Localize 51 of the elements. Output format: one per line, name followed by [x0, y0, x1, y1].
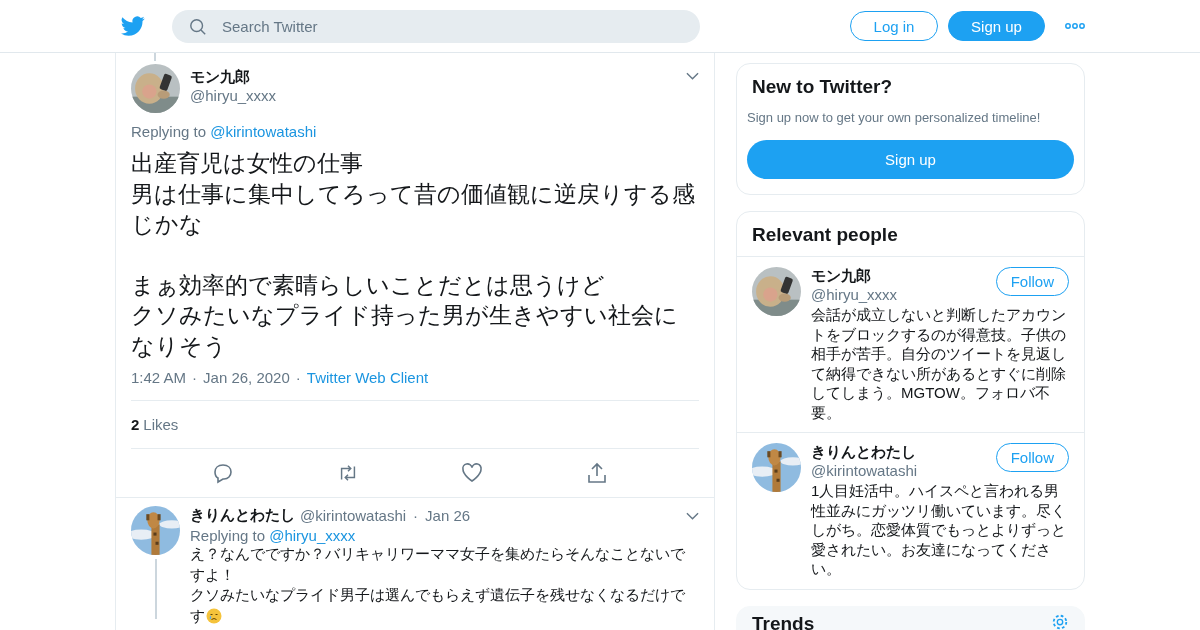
tweet-text-line: 男は仕事に集中してろって昔の価値観に逆戻りする感じかな	[131, 179, 696, 239]
reply-text-line: す	[190, 605, 205, 626]
bird-logo-icon[interactable]	[120, 14, 146, 38]
follow-button[interactable]: Follow	[995, 443, 1069, 472]
tweet-text-line: クソみたいなプライド持った男が生きやすい社会になりそう	[131, 301, 679, 361]
signup-subtitle: Sign up now to get your own personalized timeline!	[747, 110, 1042, 125]
more-icon[interactable]	[1065, 23, 1085, 29]
chevron-down-icon[interactable]	[686, 72, 699, 80]
tweet-text-line: まぁ効率的で素晴らしいことだとは思うけど	[131, 270, 606, 300]
share-icon[interactable]	[585, 462, 608, 484]
search-icon	[189, 17, 207, 36]
likes-count: 2	[131, 416, 140, 433]
tweet-time: 1:42 AM	[131, 369, 187, 386]
user-bio: 会話が成立しないと判断したアカウントをブロックするのが得意技。子供の相手が苦手。自分のツイートを見返して納得できない所があるとすぐに削除してしまう。MGTOW。フォロバ不要。	[811, 305, 1067, 422]
user-name[interactable]: モン九郎	[190, 68, 676, 87]
user-name[interactable]: モン九郎	[811, 267, 996, 286]
mention-link[interactable]: @kirintowatashi	[210, 123, 317, 140]
reply-text-line: え？なんでですか？バリキャリワーママ女子を集めたらそんなことないで	[190, 544, 685, 564]
card-title: New to Twitter?	[751, 76, 894, 98]
chevron-down-icon[interactable]	[686, 511, 699, 520]
mention-link[interactable]: @hiryu_xxxx	[269, 527, 356, 544]
tweet-text-line: 出産育児は女性の仕事	[131, 149, 364, 178]
replying-to-text: Replying to @kirintowatashi	[131, 123, 318, 140]
sign-up-button[interactable]: Sign up	[747, 140, 1074, 179]
log-in-button[interactable]: Log in	[850, 11, 938, 41]
user-handle[interactable]: @kirintowatashi	[811, 462, 996, 479]
crying-face-icon	[206, 607, 222, 624]
user-handle[interactable]: @kirintowatashi	[300, 507, 407, 524]
sign-up-button[interactable]: Sign up	[948, 11, 1045, 41]
card-title: Relevant people	[737, 212, 1084, 257]
user-name[interactable]: きりんとわたし	[190, 506, 295, 525]
reply-text-line: すよ！	[190, 564, 235, 585]
user-bio: 1人目妊活中。ハイスペと言われる男性並みにガッツリ働いています。尽くしがち。恋愛体質でもっとよりずっと愛されたい。お友達になってください。	[811, 481, 1067, 579]
heart-icon[interactable]	[461, 462, 484, 484]
follow-button[interactable]: Follow	[995, 267, 1069, 296]
search-field[interactable]: Search Twitter	[172, 9, 700, 43]
separator-dot: ·	[295, 369, 301, 386]
reply-text-line: クソみたいなプライド男子は選んでもらえず遺伝子を残せなくなるだけで	[190, 585, 685, 605]
replying-to-text: Replying to @hiryu_xxxx	[190, 527, 357, 544]
reply-icon[interactable]	[212, 462, 235, 484]
tweet-date: Jan 26, 2020	[203, 369, 290, 386]
card-title: Trends	[752, 612, 815, 630]
separator-dot: ·	[192, 369, 198, 386]
likes-label[interactable]: Likes	[143, 416, 179, 433]
client-link[interactable]: Twitter Web Client	[306, 369, 429, 386]
user-handle[interactable]: @hiryu_xxxx	[811, 286, 996, 303]
user-name[interactable]: きりんとわたし	[811, 443, 996, 462]
separator-dot: ·	[413, 507, 419, 524]
settings-icon[interactable]	[1051, 612, 1069, 630]
user-handle[interactable]: @hiryu_xxxx	[190, 87, 676, 104]
tweet-date: Jan 26	[425, 507, 471, 524]
